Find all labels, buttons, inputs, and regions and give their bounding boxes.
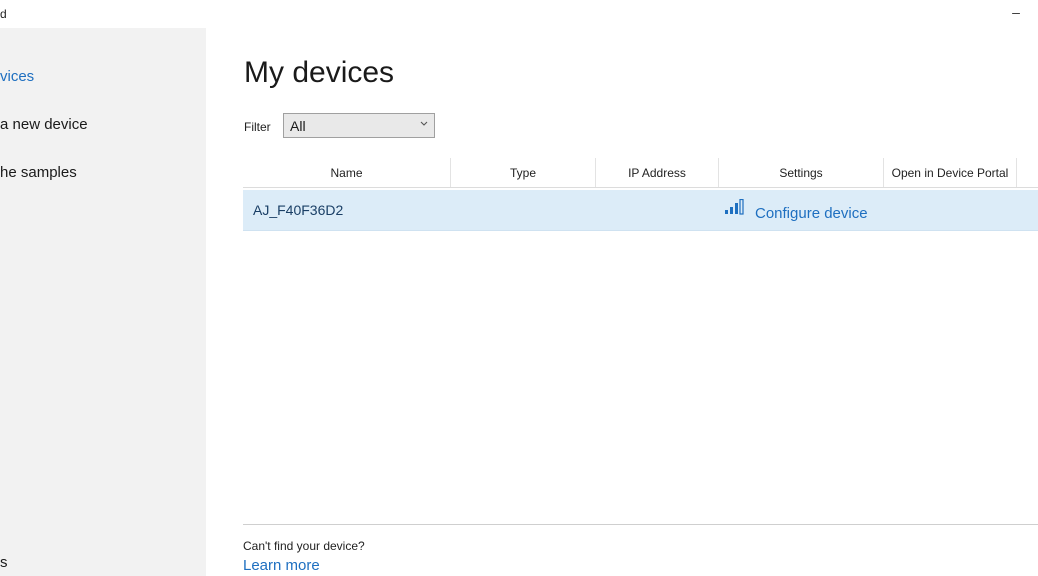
app-window: d – vices a new device he samples s My d… — [0, 0, 1038, 576]
sidebar: vices a new device he samples s — [0, 28, 206, 576]
devices-table: Name Type IP Address Settings Open in De… — [243, 158, 1038, 231]
table-row[interactable]: AJ_F40F36D2 Configure device — [243, 190, 1038, 231]
filter-selected-value: All — [290, 118, 306, 134]
filter-dropdown[interactable]: All — [283, 113, 435, 138]
sidebar-item-samples[interactable]: he samples — [0, 164, 77, 181]
sidebar-item-set-up-new-device[interactable]: a new device — [0, 116, 88, 133]
minimize-button[interactable]: – — [1004, 2, 1028, 24]
cant-find-device-text: Can't find your device? — [243, 539, 365, 553]
column-header-device-portal[interactable]: Open in Device Portal — [884, 158, 1017, 187]
learn-more-link[interactable]: Learn more — [243, 557, 320, 574]
page-title: My devices — [244, 56, 395, 89]
sidebar-item-my-devices[interactable]: vices — [0, 68, 34, 85]
footer-divider — [243, 524, 1038, 525]
title-bar: d – — [0, 0, 1038, 28]
window-title: d — [0, 7, 7, 21]
table-header: Name Type IP Address Settings Open in De… — [243, 158, 1038, 188]
column-header-extra[interactable] — [1017, 158, 1038, 187]
column-header-type[interactable]: Type — [451, 158, 596, 187]
signal-strength-icon — [724, 198, 746, 215]
column-header-ip-address[interactable]: IP Address — [596, 158, 719, 187]
configure-device-link[interactable]: Configure device — [755, 205, 868, 222]
filter-label: Filter — [244, 120, 271, 134]
main-content: My devices Filter All Name Type IP Addre… — [206, 28, 1038, 576]
column-header-name[interactable]: Name — [243, 158, 451, 187]
column-header-settings[interactable]: Settings — [719, 158, 884, 187]
chevron-down-icon — [420, 118, 428, 127]
device-name: AJ_F40F36D2 — [253, 202, 344, 218]
sidebar-item-settings[interactable]: s — [0, 554, 8, 571]
